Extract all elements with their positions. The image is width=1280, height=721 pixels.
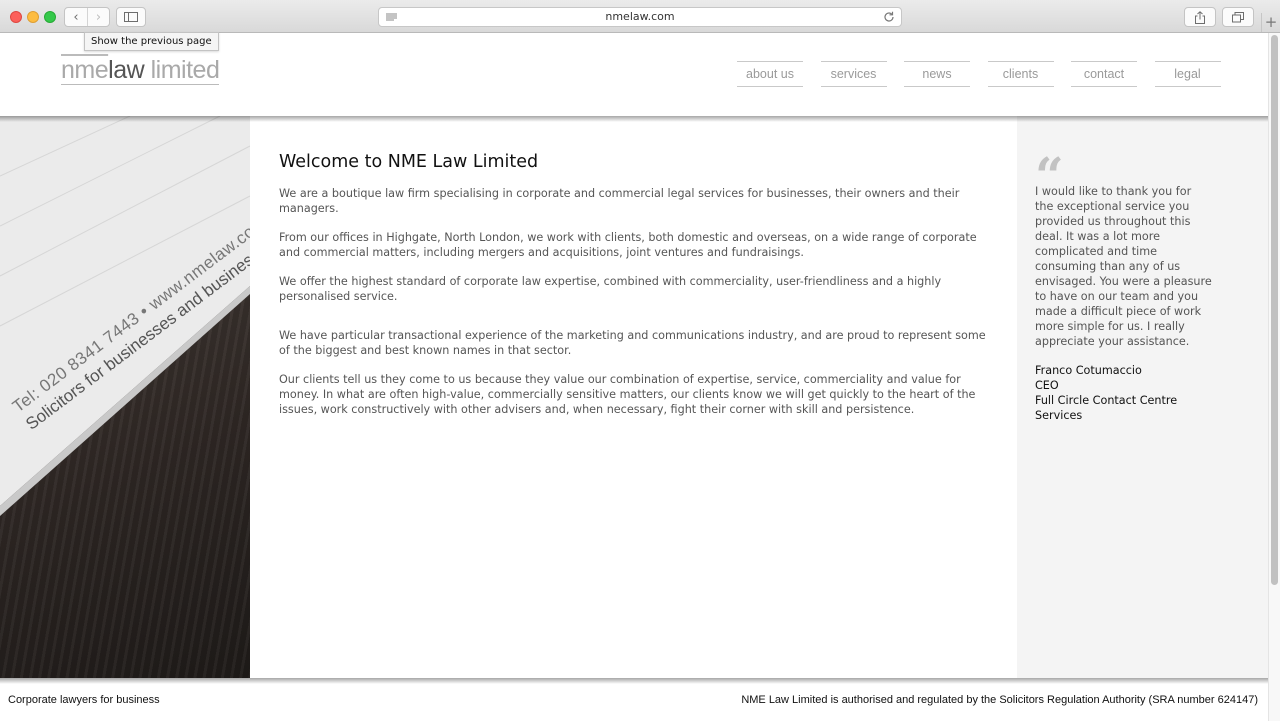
url-text: nmelaw.com (605, 10, 675, 23)
nav-services[interactable]: services (820, 61, 887, 87)
reload-icon[interactable] (883, 11, 895, 23)
hero-image: Tel: 020 8341 7443 • www.nmelaw.com Soli… (0, 116, 250, 678)
history-nav: ‹ › (64, 7, 110, 27)
nav-contact[interactable]: contact (1071, 61, 1137, 87)
site-logo[interactable]: nmelaw limited (61, 56, 220, 85)
testimonial-role: CEO (1035, 379, 1059, 392)
reader-icon[interactable] (386, 13, 397, 21)
main-area: Tel: 020 8341 7443 • www.nmelaw.com Soli… (0, 116, 1268, 678)
clients-paragraph: Our clients tell us they come to us beca… (279, 373, 976, 416)
plus-icon: + (1264, 13, 1278, 31)
experience-paragraph: We have particular transactional experie… (279, 329, 986, 357)
browser-toolbar: ‹ › nmelaw.com + (0, 0, 1280, 33)
page-title: Welcome to NME Law Limited (279, 152, 539, 172)
new-tab-button[interactable]: + (1261, 13, 1280, 32)
address-bar[interactable]: nmelaw.com (378, 7, 902, 27)
logo-part-law: law (108, 56, 145, 84)
site-footer: Corporate lawyers for business NME Law L… (0, 678, 1268, 721)
close-window-icon[interactable] (10, 11, 22, 23)
fullscreen-window-icon[interactable] (44, 11, 56, 23)
sidebar-icon (124, 12, 138, 22)
back-button[interactable]: ‹ (65, 8, 87, 26)
quote-icon: “ (1035, 146, 1064, 205)
minimize-window-icon[interactable] (27, 11, 39, 23)
tabs-overview-icon (1232, 11, 1244, 22)
sidebar-toggle-button[interactable] (116, 7, 146, 27)
testimonial-company: Full Circle Contact Centre Services (1035, 394, 1178, 422)
standard-paragraph: We offer the highest standard of corpora… (279, 275, 942, 303)
nav-news[interactable]: news (904, 61, 970, 87)
chevron-right-icon: › (95, 9, 102, 25)
intro-paragraph: We are a boutique law firm specialising … (279, 187, 960, 215)
scrollbar-thumb[interactable] (1271, 35, 1278, 585)
nav-about-us[interactable]: about us (737, 61, 803, 87)
hero-business-card: Tel: 020 8341 7443 • www.nmelaw.com Soli… (0, 116, 250, 678)
share-icon (1195, 10, 1205, 24)
forward-button[interactable]: › (87, 8, 109, 26)
footer-regulation-note: NME Law Limited is authorised and regula… (741, 694, 1258, 706)
footer-tagline: Corporate lawyers for business (8, 694, 160, 706)
logo-part-limited: limited (144, 56, 220, 84)
testimonial-text: I would like to thank you for the except… (1035, 185, 1212, 348)
chevron-left-icon: ‹ (73, 9, 79, 25)
testimonial-name: Franco Cotumaccio (1035, 364, 1142, 377)
nav-clients[interactable]: clients (987, 61, 1054, 87)
show-tabs-button[interactable] (1222, 7, 1254, 27)
testimonial-sidebar: “ I would like to thank you for the exce… (1017, 116, 1268, 678)
main-nav: about us services news clients contact l… (737, 61, 1238, 87)
nav-legal[interactable]: legal (1154, 61, 1221, 87)
main-content: Welcome to NME Law Limited We are a bout… (250, 116, 1017, 678)
back-button-tooltip: Show the previous page (84, 32, 219, 51)
logo-part-nme: nme (61, 56, 109, 84)
offices-paragraph: From our offices in Highgate, North Lond… (279, 231, 977, 259)
share-button[interactable] (1184, 7, 1216, 27)
vertical-scrollbar[interactable] (1268, 33, 1280, 721)
